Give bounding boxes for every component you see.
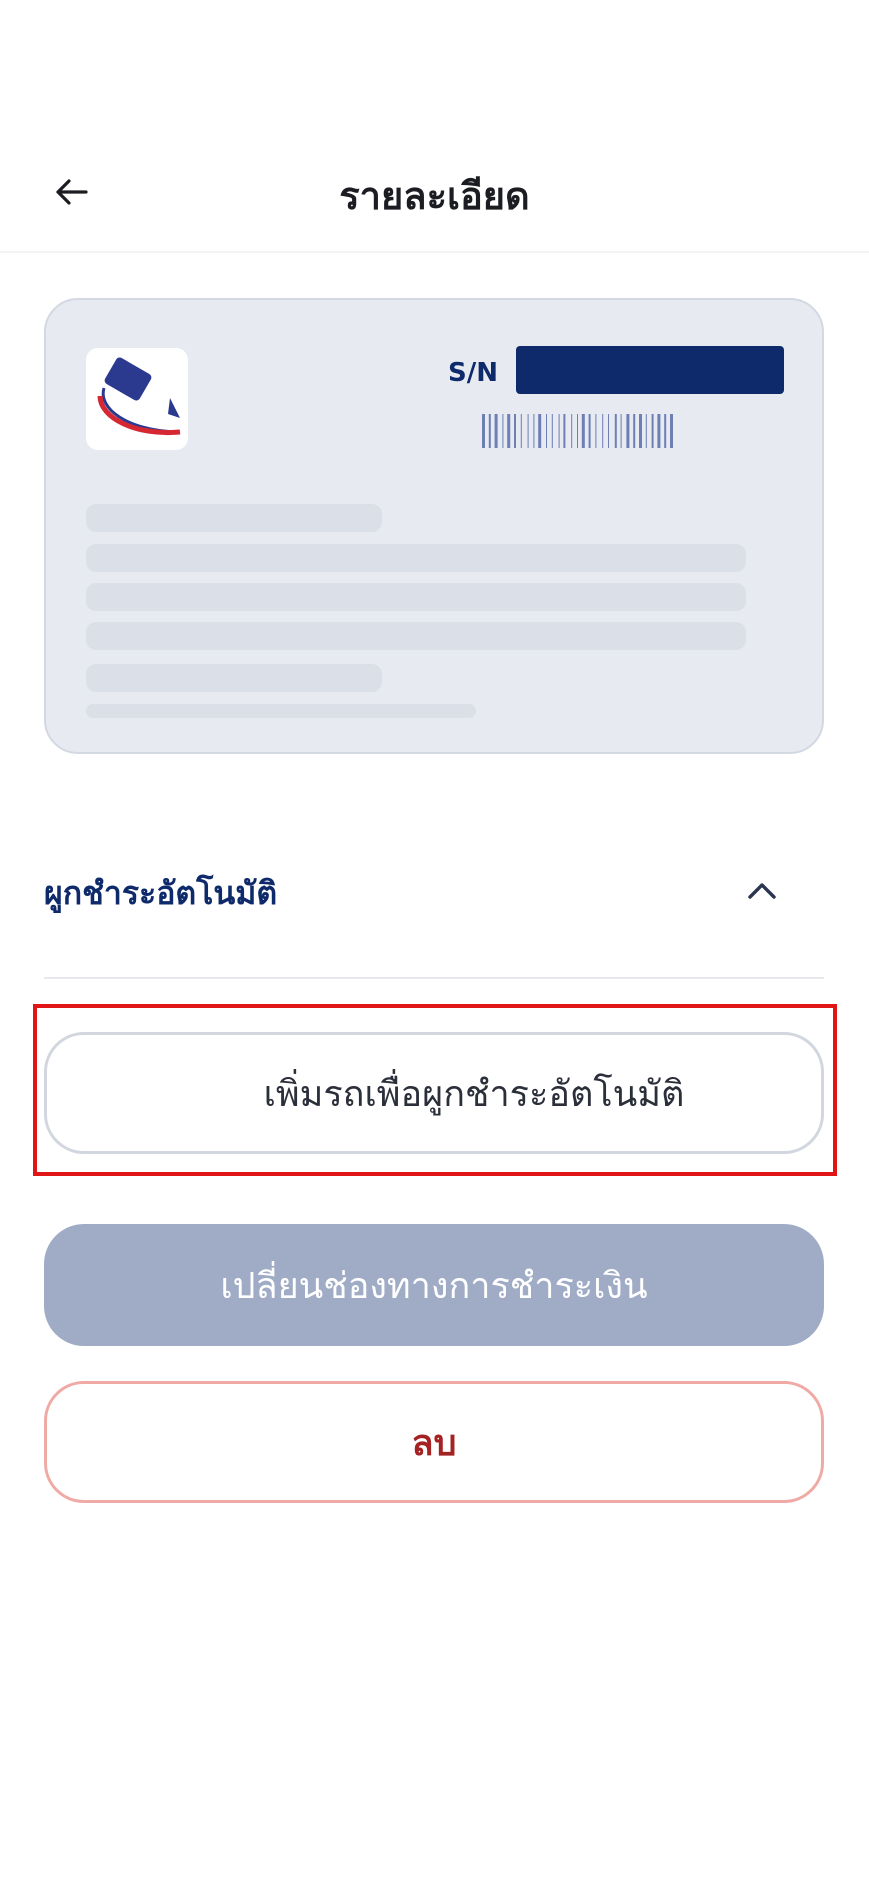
placeholder-line [86, 504, 382, 532]
placeholder-line [86, 622, 746, 650]
serial-number-label: S/N [448, 358, 498, 388]
chevron-up-icon [748, 883, 776, 899]
top-bar: รายละเอียด [0, 0, 869, 253]
payment-card: S/N [44, 298, 824, 754]
card-payment-logo-icon [97, 357, 181, 436]
delete-label: ลบ [411, 1422, 457, 1464]
placeholder-line [86, 664, 382, 692]
serial-number-value [516, 346, 784, 394]
placeholder-line [86, 704, 476, 718]
page-title: รายละเอียด [339, 174, 530, 218]
change-payment-label: เปลี่ยนช่องทางการชำระเงิน [220, 1265, 648, 1307]
card-logo [86, 348, 188, 450]
placeholder-line [86, 544, 746, 572]
section-divider [44, 977, 824, 979]
change-payment-method-button[interactable]: เปลี่ยนช่องทางการชำระเงิน [44, 1224, 824, 1346]
autopay-section-title: ผูกชำระอัตโนมัติ [44, 874, 278, 912]
autopay-collapse-button[interactable] [738, 870, 786, 910]
placeholder-line [86, 583, 746, 611]
add-vehicle-autopay-button[interactable]: เพิ่มรถเพื่อผูกชำระอัตโนมัติ [44, 1032, 824, 1154]
barcode [482, 414, 673, 448]
delete-button[interactable]: ลบ [44, 1381, 824, 1503]
add-vehicle-label: เพิ่มรถเพื่อผูกชำระอัตโนมัติ [263, 1073, 685, 1115]
